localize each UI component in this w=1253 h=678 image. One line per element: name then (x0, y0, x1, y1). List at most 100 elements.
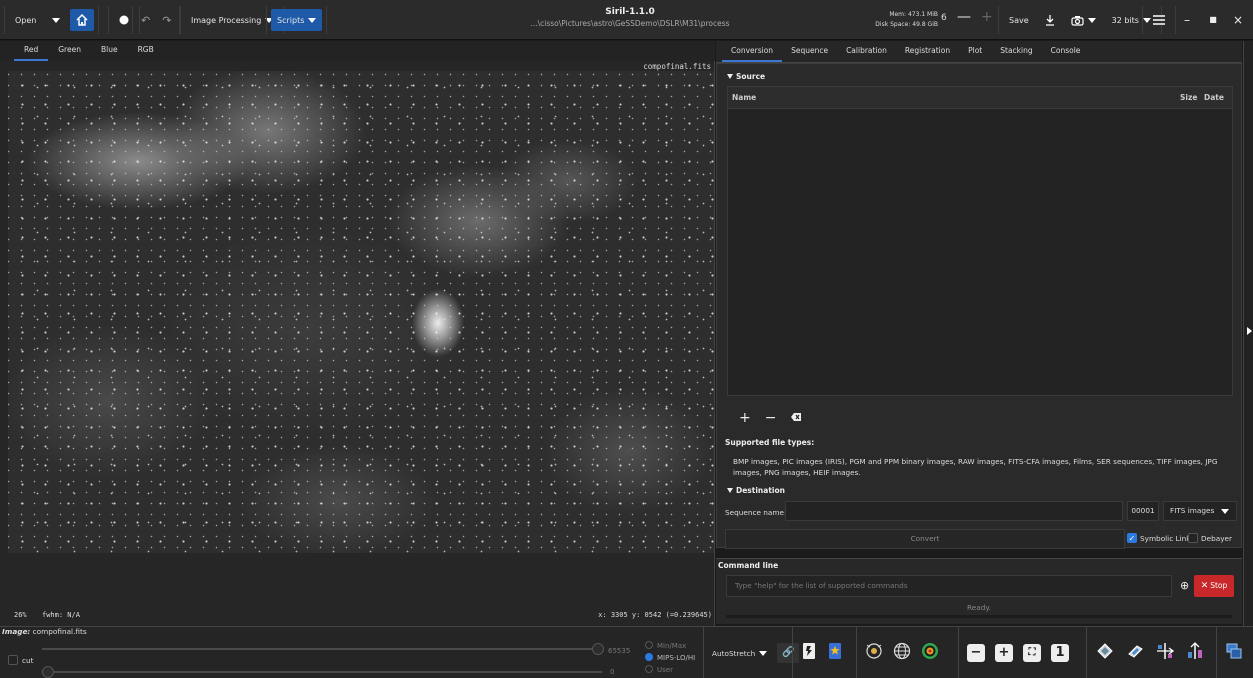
open-recent-dropdown[interactable] (46, 9, 66, 31)
radio-user[interactable]: User (645, 664, 695, 676)
bottom-toolbar: Image: compofinal.fits cut 65535 0 Min/M… (0, 626, 1253, 678)
home-icon (76, 14, 88, 26)
thread-increase-button[interactable]: + (981, 9, 993, 25)
scripts-menu[interactable]: Scripts (271, 9, 323, 31)
panel-toggle-button[interactable] (1243, 41, 1253, 626)
mirror-x-icon (1157, 642, 1175, 659)
remove-file-button[interactable]: − (765, 410, 777, 426)
astro-image[interactable] (8, 71, 714, 553)
tab-registration[interactable]: Registration (896, 41, 959, 62)
debayer-checkbox[interactable]: Debayer (1188, 533, 1232, 543)
open-button[interactable]: Open (9, 9, 42, 31)
sequence-name-input[interactable] (785, 501, 1123, 521)
tab-console[interactable]: Console (1042, 41, 1090, 62)
zoom-out-button[interactable]: − (967, 644, 985, 662)
undo-button[interactable]: ↶ (137, 9, 154, 31)
camera-icon (1071, 15, 1084, 26)
chevron-right-icon (1247, 327, 1252, 335)
tab-calibration[interactable]: Calibration (837, 41, 896, 62)
maximize-button[interactable]: ■ (1203, 10, 1223, 30)
display-mode-label: AutoStretch (712, 648, 756, 658)
high-threshold-slider[interactable] (42, 643, 604, 655)
tab-green[interactable]: Green (48, 41, 91, 61)
start-index-input[interactable]: 00001 (1127, 501, 1159, 521)
radio-minmax[interactable]: Min/Max (645, 640, 695, 652)
wcs-grid-button[interactable] (893, 642, 911, 665)
close-button[interactable]: × (1228, 10, 1248, 30)
stop-button[interactable]: ✕ Stop (1194, 575, 1234, 597)
tab-sequence[interactable]: Sequence (782, 41, 837, 62)
save-as-button[interactable] (1039, 9, 1061, 31)
canvas-status-bar: 26% fwhm: N/A x: 3305 y: 0542 (=0.239645… (0, 611, 715, 623)
checkmark-icon: ✓ (1127, 533, 1137, 543)
command-line-area: Command line Type "help" for the list of… (716, 558, 1242, 624)
annotate-button[interactable] (921, 642, 939, 665)
rotate-left-button[interactable] (1095, 642, 1115, 665)
command-input[interactable]: Type "help" for the list of supported co… (726, 575, 1172, 597)
scripts-group: Scripts (266, 6, 328, 34)
debayer-label: Debayer (1201, 533, 1233, 543)
false-color-button[interactable] (827, 642, 843, 665)
thread-decrease-button[interactable]: — (957, 9, 971, 25)
redo-button[interactable]: ↷ (158, 9, 175, 31)
canvas-filename: compofinal.fits (643, 62, 711, 71)
destination-section-header[interactable]: Destination (727, 486, 785, 495)
tab-rgb[interactable]: RGB (128, 41, 164, 61)
radio-mips[interactable]: MIPS-LO/HI (645, 652, 695, 664)
star-field (8, 71, 714, 553)
home-button[interactable] (70, 9, 95, 31)
window-title: Siril-1.1.0 ...\cisso\Pictures\astro\GeS… (480, 6, 780, 30)
low-threshold-slider[interactable] (42, 666, 602, 678)
column-size[interactable]: Size (1180, 93, 1197, 102)
rotate-right-button[interactable] (1125, 642, 1145, 665)
snapshot-button[interactable] (1065, 9, 1102, 31)
negative-view-button[interactable] (801, 642, 817, 665)
tab-plot[interactable]: Plot (959, 41, 991, 62)
negative-icon (803, 642, 815, 659)
mirror-y-button[interactable] (1185, 641, 1205, 665)
overlay-tools-group (856, 627, 947, 678)
tab-blue[interactable]: Blue (91, 41, 128, 61)
tab-red[interactable]: Red (14, 41, 49, 61)
photometry-button[interactable] (865, 642, 883, 665)
zoom-one-button[interactable]: 1 (1051, 644, 1069, 662)
tab-conversion[interactable]: Conversion (722, 41, 783, 62)
stop-label: Stop (1210, 581, 1228, 590)
image-label-prefix: Image: (2, 627, 31, 636)
supported-types-title: Supported file types: (725, 438, 815, 447)
current-image-name: compofinal.fits (32, 627, 87, 636)
low-threshold-handle[interactable] (42, 666, 54, 678)
column-name[interactable]: Name (732, 93, 756, 102)
command-help-button[interactable]: ⊕ (1180, 579, 1189, 592)
high-threshold-handle[interactable] (592, 643, 604, 655)
minimize-button[interactable]: – (1177, 10, 1197, 30)
source-section-header[interactable]: Source (727, 72, 765, 81)
column-date[interactable]: Date (1204, 93, 1224, 102)
add-files-button[interactable]: + (739, 410, 751, 426)
display-mode-select[interactable]: AutoStretch (712, 648, 768, 658)
zoom-in-button[interactable]: + (995, 644, 1013, 662)
color-tools-group (792, 627, 851, 678)
channel-tabs: Red Green Blue RGB (0, 41, 715, 61)
clear-list-button[interactable] (790, 410, 802, 426)
rotate-right-icon (1128, 644, 1143, 658)
hamburger-menu-button[interactable] (1147, 9, 1171, 31)
rotate-left-icon (1097, 642, 1113, 659)
cut-checkbox[interactable]: cut (8, 655, 34, 665)
symbolic-link-checkbox[interactable]: ✓ Symbolic Link (1127, 533, 1190, 543)
image-windows-button[interactable] (1225, 642, 1243, 665)
chevron-down-icon (1087, 17, 1096, 23)
mirror-x-button[interactable] (1155, 642, 1175, 665)
symbolic-link-label: Symbolic Link (1140, 533, 1191, 543)
output-format-select[interactable]: FITS images (1163, 501, 1237, 521)
source-file-list[interactable]: Name Size Date (727, 86, 1233, 396)
tab-stacking[interactable]: Stacking (991, 41, 1041, 62)
geometry-group (1086, 627, 1213, 678)
convert-button[interactable]: Convert (725, 529, 1125, 549)
header-bar: Open ↶ ↷ Image Processing Scripts Siril-… (0, 0, 1253, 40)
zoom-fit-button[interactable]: ⛶ (1023, 644, 1041, 662)
memory-usage: Mem: 473.1 MiB (889, 11, 938, 18)
save-group: Save 32 bits (998, 6, 1162, 34)
radio-mips-label: MIPS-LO/HI (657, 654, 696, 662)
save-button[interactable]: Save (1003, 9, 1035, 31)
